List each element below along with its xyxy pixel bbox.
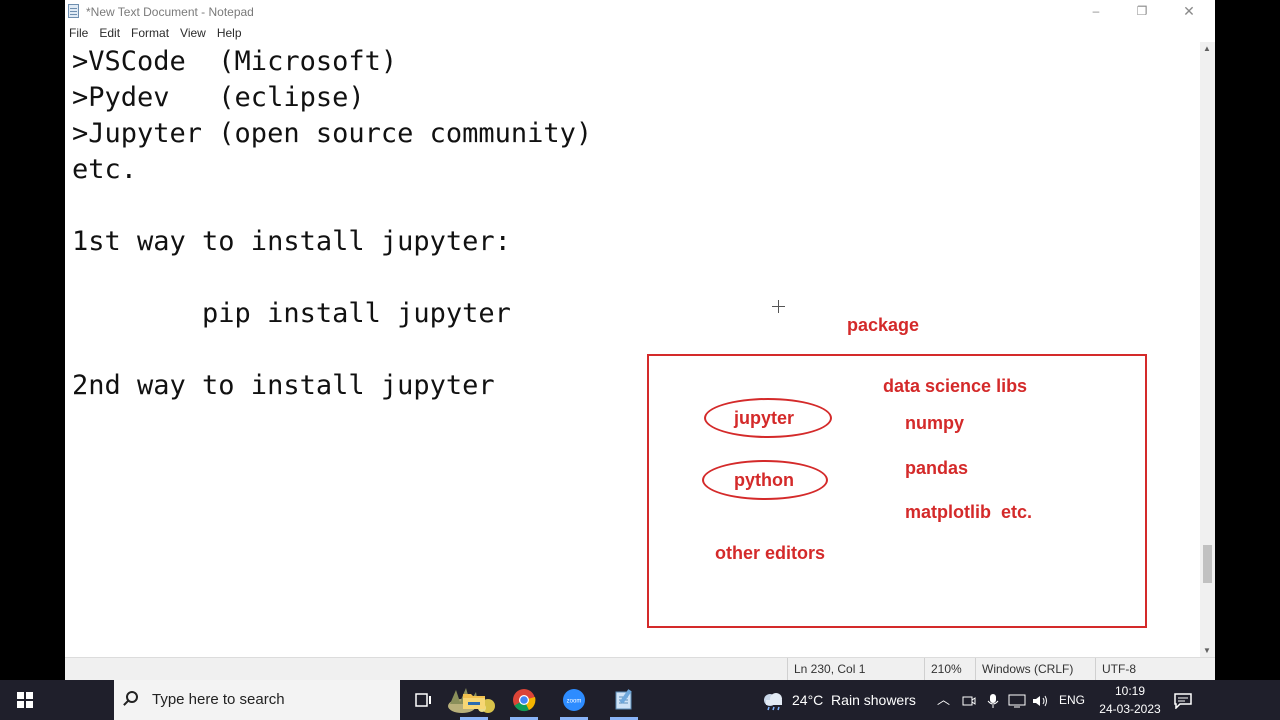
menu-help[interactable]: Help bbox=[213, 24, 248, 42]
editor-line: 2nd way to install jupyter bbox=[72, 370, 495, 401]
search-placeholder: Type here to search bbox=[152, 691, 285, 708]
notepad-icon[interactable] bbox=[600, 680, 648, 720]
svg-text:zoom: zoom bbox=[567, 699, 582, 705]
status-zoom: 210% bbox=[924, 658, 975, 680]
taskbar-search-box[interactable]: Type here to search bbox=[114, 680, 495, 720]
network-icon[interactable] bbox=[1008, 680, 1026, 720]
annotation-lib-matplotlib: matplotlib etc. bbox=[905, 502, 1033, 522]
close-button[interactable]: ✕ bbox=[1166, 0, 1212, 22]
windows-logo-icon bbox=[17, 692, 33, 708]
status-position: Ln 230, Col 1 bbox=[787, 658, 924, 680]
meet-now-icon[interactable] bbox=[962, 680, 976, 720]
window-title: *New Text Document - Notepad bbox=[86, 5, 254, 19]
editor-line: pip install jupyter bbox=[72, 298, 511, 329]
annotation-lib-pandas: pandas bbox=[905, 458, 969, 478]
minimize-button[interactable]: – bbox=[1073, 0, 1119, 22]
menu-bar: File Edit Format View Help bbox=[65, 24, 249, 42]
scrollbar-thumb[interactable] bbox=[1203, 545, 1212, 583]
chevron-up-icon[interactable]: ︿ bbox=[937, 680, 950, 720]
clock-time: 10:19 bbox=[1114, 684, 1146, 698]
microphone-icon[interactable] bbox=[987, 680, 999, 720]
notification-icon[interactable] bbox=[1174, 680, 1192, 720]
crosshair-cursor-icon bbox=[772, 300, 785, 313]
title-bar[interactable]: *New Text Document - Notepad – ❐ ✕ bbox=[65, 0, 1215, 22]
annotation-python: python bbox=[734, 470, 794, 490]
weather-text[interactable]: 24°C Rain showers bbox=[792, 680, 916, 720]
search-icon bbox=[126, 691, 138, 703]
clock-date: 24-03-2023 bbox=[1099, 702, 1161, 716]
status-line-ending: Windows (CRLF) bbox=[975, 658, 1095, 680]
status-bar: Ln 230, Col 1 210% Windows (CRLF) UTF-8 bbox=[65, 657, 1215, 680]
taskbar: Type here to search zoom 24°C Rain showe… bbox=[0, 680, 1280, 720]
annotation-other-editors: other editors bbox=[715, 543, 826, 563]
status-encoding: UTF-8 bbox=[1095, 658, 1215, 680]
editor-line: etc. bbox=[72, 154, 138, 185]
start-button[interactable] bbox=[0, 680, 50, 720]
annotation-package: package bbox=[847, 315, 920, 335]
annotation-jupyter: jupyter bbox=[734, 408, 795, 428]
restore-button[interactable]: ❐ bbox=[1119, 0, 1165, 22]
language-indicator[interactable]: ENG bbox=[1059, 680, 1085, 720]
scroll-down-icon[interactable]: ▼ bbox=[1203, 646, 1211, 655]
volume-icon[interactable] bbox=[1032, 680, 1050, 720]
notepad-app-icon bbox=[68, 4, 79, 18]
annotation-data-science-libs: data science libs bbox=[883, 376, 1028, 396]
scroll-up-icon[interactable]: ▲ bbox=[1203, 44, 1211, 53]
annotation-lib-numpy: numpy bbox=[905, 413, 965, 433]
notepad-window: *New Text Document - Notepad – ❐ ✕ File … bbox=[65, 0, 1215, 680]
zoom-icon[interactable]: zoom bbox=[550, 680, 598, 720]
editor-line: >Pydev (eclipse) bbox=[72, 82, 365, 113]
editor-line: 1st way to install jupyter: bbox=[72, 226, 511, 257]
editor-line: >Jupyter (open source community) bbox=[72, 118, 593, 149]
menu-file[interactable]: File bbox=[65, 24, 94, 42]
menu-view[interactable]: View bbox=[176, 24, 212, 42]
chrome-icon[interactable] bbox=[500, 680, 548, 720]
task-view-icon[interactable] bbox=[400, 680, 448, 720]
clock[interactable]: 10:19 24-03-2023 bbox=[1090, 682, 1170, 718]
weather-icon[interactable] bbox=[760, 680, 786, 720]
file-explorer-icon[interactable] bbox=[450, 680, 498, 720]
vertical-scrollbar[interactable]: ▲ ▼ bbox=[1200, 42, 1215, 657]
menu-format[interactable]: Format bbox=[127, 24, 175, 42]
editor-line: >VSCode (Microsoft) bbox=[72, 46, 398, 77]
menu-edit[interactable]: Edit bbox=[95, 24, 126, 42]
